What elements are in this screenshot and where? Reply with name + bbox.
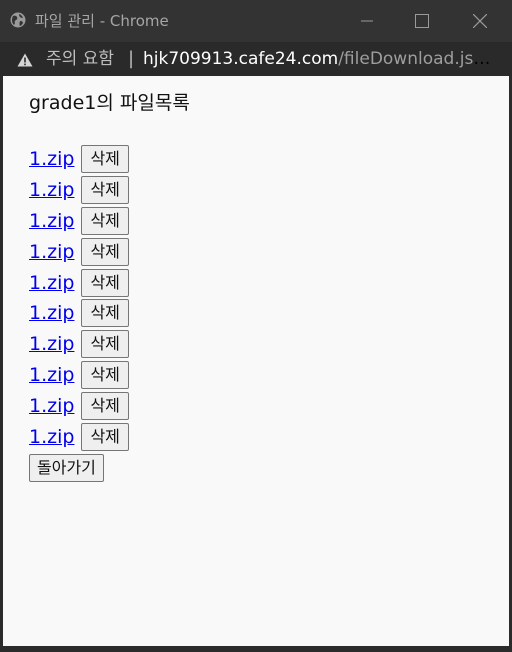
delete-button[interactable]: 삭제	[81, 360, 129, 389]
back-button[interactable]: 돌아가기	[29, 454, 104, 483]
page-title: grade1의 파일목록	[29, 92, 190, 114]
list-item: 1.zip 삭제	[29, 144, 129, 175]
url-host: hjk709913.cafe24.com	[143, 49, 339, 69]
list-item: 1.zip 삭제	[29, 329, 129, 360]
delete-button[interactable]: 삭제	[81, 176, 129, 205]
delete-button[interactable]: 삭제	[81, 206, 129, 235]
delete-button[interactable]: 삭제	[81, 422, 129, 451]
file-download-link[interactable]: 1.zip	[29, 272, 74, 294]
url-path: /fileDownload.jsp?it...	[338, 49, 493, 69]
file-download-link[interactable]: 1.zip	[29, 333, 74, 355]
list-item: 1.zip 삭제	[29, 267, 129, 298]
window-title: 파일 관리 - Chrome	[35, 12, 169, 30]
maximize-button[interactable]	[393, 0, 451, 42]
file-download-link[interactable]: 1.zip	[29, 179, 74, 201]
back-row: 돌아가기	[29, 452, 129, 485]
file-download-link[interactable]: 1.zip	[29, 426, 74, 448]
list-item: 1.zip 삭제	[29, 421, 129, 452]
maximize-icon	[415, 14, 429, 28]
title-bar[interactable]: 파일 관리 - Chrome	[0, 0, 512, 42]
url-display[interactable]: hjk709913.cafe24.com/fileDownload.jsp?it…	[143, 48, 493, 70]
delete-button[interactable]: 삭제	[81, 299, 129, 328]
list-item: 1.zip 삭제	[29, 360, 129, 391]
browser-window: 파일 관리 - Chrome 주의 요함 | hjk709913.cafe24.…	[0, 0, 512, 652]
list-item: 1.zip 삭제	[29, 236, 129, 267]
window-bottom-edge	[0, 646, 512, 652]
minimize-icon	[361, 20, 373, 22]
page-content: grade1의 파일목록 1.zip 삭제 1.zip 삭제 1.zip 삭제 …	[3, 76, 509, 652]
minimize-button[interactable]	[338, 0, 396, 42]
warning-icon[interactable]	[17, 52, 33, 67]
address-bar[interactable]: 주의 요함 | hjk709913.cafe24.com/fileDownloa…	[0, 42, 512, 76]
file-list: 1.zip 삭제 1.zip 삭제 1.zip 삭제 1.zip 삭제 1.zi…	[29, 144, 129, 485]
delete-button[interactable]: 삭제	[81, 237, 129, 266]
delete-button[interactable]: 삭제	[81, 268, 129, 297]
address-separator: |	[128, 48, 135, 69]
file-download-link[interactable]: 1.zip	[29, 148, 74, 170]
delete-button[interactable]: 삭제	[81, 391, 129, 420]
file-download-link[interactable]: 1.zip	[29, 241, 74, 263]
delete-button[interactable]: 삭제	[81, 330, 129, 359]
list-item: 1.zip 삭제	[29, 298, 129, 329]
security-warning-label[interactable]: 주의 요함	[46, 48, 114, 70]
list-item: 1.zip 삭제	[29, 175, 129, 206]
file-download-link[interactable]: 1.zip	[29, 364, 74, 386]
close-button[interactable]	[451, 0, 509, 42]
globe-icon	[10, 12, 26, 28]
list-item: 1.zip 삭제	[29, 206, 129, 237]
delete-button[interactable]: 삭제	[81, 145, 129, 174]
file-download-link[interactable]: 1.zip	[29, 395, 74, 417]
list-item: 1.zip 삭제	[29, 390, 129, 421]
file-download-link[interactable]: 1.zip	[29, 302, 74, 324]
close-icon	[473, 14, 487, 28]
file-download-link[interactable]: 1.zip	[29, 210, 74, 232]
